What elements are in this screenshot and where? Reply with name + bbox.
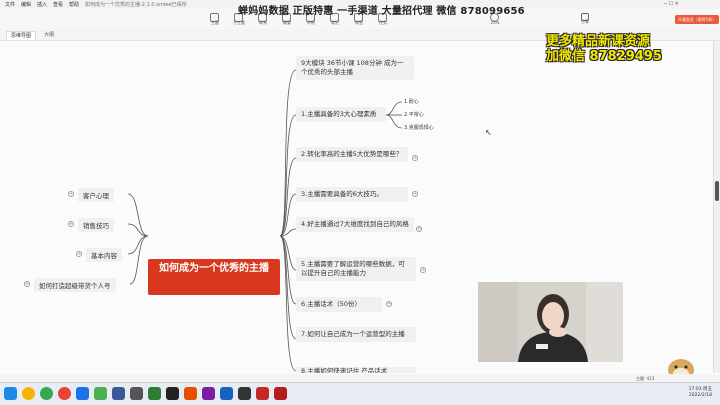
presenter-image [478,282,623,362]
toolbar-notes-label: 笔记 [331,20,339,25]
app-icon[interactable] [76,387,89,400]
app-icon[interactable] [274,387,287,400]
word-icon[interactable] [112,387,125,400]
connector-right-5 [279,235,297,271]
app-icon[interactable] [166,387,179,400]
photoshop-icon[interactable] [220,387,233,400]
scrollbar-thumb[interactable] [715,181,719,201]
topic-3[interactable]: 3.主播需要具备的6大技巧。 [296,187,408,202]
wechat-icon[interactable] [94,387,107,400]
topic-5[interactable]: 5.主播需要了解运营的哪些数据，可以提升自己的主播能力 [296,257,416,281]
top-watermark-text: 蝉妈妈数据 正版特惠 一手渠道 大量招代理 微信 878099656 [238,6,525,17]
browser-icon[interactable] [40,387,53,400]
tab-outline[interactable]: 大纲 [40,31,58,39]
clock-date: 2022/2/18 [688,393,712,398]
toolbar-label-label: 标签 [355,20,363,25]
start-icon[interactable] [4,387,17,400]
expand-icon[interactable]: + [416,226,422,232]
mouse-cursor-icon: ↖ [485,128,492,137]
app-icon[interactable] [256,387,269,400]
topic-personal-account[interactable]: 如何打造超级带货个人号 [34,278,116,292]
save-status: — 已保存 [165,2,187,8]
explorer-icon[interactable] [22,387,35,400]
toolbar-summary-label: 概要 [283,20,291,25]
connector-right-6 [279,235,297,305]
taskbar: 17:03 周五 2022/2/18 [0,382,720,405]
root-topic[interactable]: 如何成为一个优秀的主播 [148,259,280,295]
status-bar: 主题: 413 [0,374,720,382]
menu-file[interactable]: 文件 [5,1,15,8]
expand-icon[interactable]: + [420,267,426,273]
connector-right-1 [279,114,297,237]
topic-intro[interactable]: 9大模块 36节小课 108分钟 成为一个优秀的头部主播 [296,56,414,80]
menu-help[interactable]: 帮助 [69,1,79,8]
upgrade-pro-button[interactable]: 开通会员（限时5折） [675,15,719,24]
presenter-video [478,282,623,362]
app-icon[interactable] [148,387,161,400]
menu-edit[interactable]: 编辑 [21,1,31,8]
subtopic-patience[interactable]: 1.耐心 [404,98,419,105]
connector-right-7 [279,235,297,340]
topic-7[interactable]: 7.如何让自己成为一个运营型的主播 [296,327,416,342]
zoom-level: 25% [490,20,500,25]
toolbar-subtopic-label: 子主题 [233,20,245,25]
connector-sub-2 [385,114,403,129]
ad-overlay-line2: 加微信 87829495 [546,49,662,64]
toolbar-boundary-label: 外框 [307,20,315,25]
premiere-icon[interactable] [202,387,215,400]
connector-left-2 [127,235,149,255]
app-icon[interactable] [238,387,251,400]
topic-1[interactable]: 1.主播具备的3大心理素质 [296,107,386,122]
tab-mindmap[interactable]: 思维导图 [6,31,37,40]
app-icon[interactable] [130,387,143,400]
topic-8[interactable]: 8.主播如何快速记住 产品话术 [296,367,416,373]
app-icon[interactable] [184,387,197,400]
toolbar-relationship-label: 联系 [259,20,267,25]
topic-4[interactable]: 4.好主播通过7大维度找到自己的风格 [296,217,414,232]
toolbar-topic-label: 主题 [211,20,219,25]
menu-insert[interactable]: 插入 [37,1,47,8]
subtopic-calm[interactable]: 2.平常心 [404,111,424,118]
topic-customer-psychology[interactable]: 客户心理 [78,188,114,202]
topic-2[interactable]: 2.转化率高的主播5大优势是哪些？ [296,147,408,162]
expand-icon[interactable]: + [412,191,418,197]
window-controls[interactable]: ─ ☐ ✕ [664,1,679,7]
connector-right-2 [279,157,297,237]
browser-alt-icon[interactable] [58,387,71,400]
toolbar-task-label: 任务 [379,20,387,25]
expand-icon[interactable]: + [76,251,82,257]
subtopic-overcome-fear[interactable]: 3.克服恐惧心 [404,124,434,131]
expand-icon[interactable]: + [68,191,74,197]
topic-6[interactable]: 6.主播话术（50份） [296,297,382,312]
topic-sales-skills[interactable]: 销售技巧 [78,218,114,232]
vertical-scrollbar[interactable] [713,41,720,373]
topic-basic-content[interactable]: 基本内容 [86,248,122,262]
expand-icon[interactable]: + [24,281,30,287]
system-clock[interactable]: 17:03 周五 2022/2/18 [689,387,712,399]
connector-right-0 [279,69,297,237]
document-title: 如何成为一个优秀的主播-2.1.0.xmind [85,2,172,8]
expand-icon[interactable]: + [412,155,418,161]
connector-sub-0 [385,101,403,116]
expand-icon[interactable]: + [386,301,392,307]
connector-left-1 [127,223,149,237]
expand-icon[interactable]: + [68,221,74,227]
menu-view[interactable]: 查看 [53,1,63,8]
share-label: 分享 [581,19,589,24]
